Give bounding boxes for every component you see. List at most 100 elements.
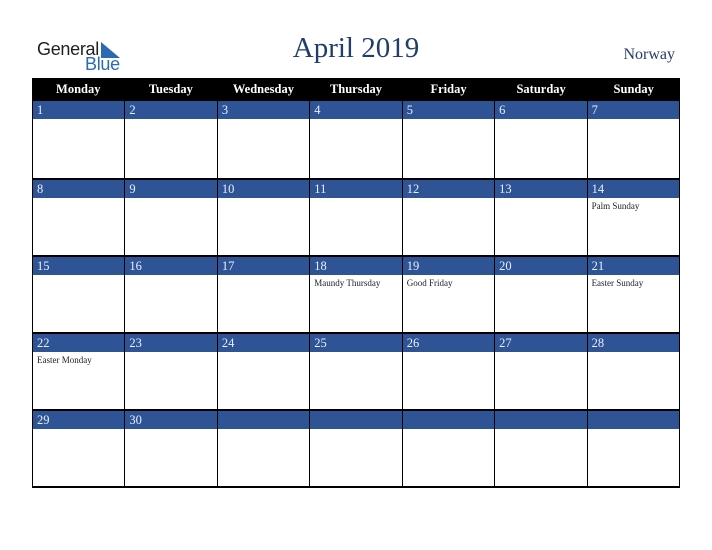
day-cell[interactable]: 19 Good Friday <box>402 255 496 332</box>
day-number <box>495 409 587 429</box>
holiday-label <box>403 119 494 122</box>
day-cell[interactable]: 9 <box>125 178 218 255</box>
holiday-label <box>403 352 494 355</box>
day-cell[interactable]: 30 <box>125 409 218 486</box>
holiday-label <box>33 198 124 201</box>
week-row: 15 16 17 18 Maundy Thursday 19 Good Friday 20 21… <box>32 255 680 332</box>
country-label: Norway <box>623 46 675 63</box>
day-number: 16 <box>125 255 217 275</box>
weekday-header: Monday Tuesday Wednesday Thursday Friday… <box>32 78 680 101</box>
day-cell[interactable]: 3 <box>217 101 311 178</box>
holiday-label <box>125 119 216 122</box>
day-cell[interactable]: 27 <box>495 332 588 409</box>
holiday-label <box>495 198 586 201</box>
holiday-label <box>495 275 586 278</box>
day-cell[interactable]: 25 <box>310 332 403 409</box>
day-cell[interactable]: 29 <box>33 409 126 486</box>
holiday-label <box>125 352 216 355</box>
day-number: 25 <box>310 332 402 352</box>
day-cell[interactable]: 16 <box>125 255 218 332</box>
day-cell[interactable]: 21 Easter Sunday <box>587 255 680 332</box>
day-cell[interactable]: 1 <box>33 101 126 178</box>
day-cell[interactable]: 5 <box>402 101 496 178</box>
day-cell[interactable]: 22 Easter Monday <box>33 332 126 409</box>
day-number: 21 <box>587 255 679 275</box>
page-title: April 2019 <box>292 32 420 64</box>
day-number: 22 <box>33 332 125 352</box>
weekday-thursday: Thursday <box>329 82 383 96</box>
day-cell[interactable] <box>310 409 403 486</box>
holiday-label <box>310 429 401 432</box>
day-number: 23 <box>125 332 217 352</box>
holiday-label <box>218 275 309 278</box>
holiday-label <box>310 352 401 355</box>
weekday-monday: Monday <box>56 82 101 96</box>
weekday-tuesday: Tuesday <box>148 82 193 96</box>
day-number: 19 <box>402 255 495 275</box>
day-number: 10 <box>217 178 310 198</box>
week-row: 1234567 <box>32 101 680 178</box>
day-cell[interactable]: 24 <box>217 332 311 409</box>
day-cell[interactable] <box>217 409 311 486</box>
day-cell[interactable] <box>402 409 496 486</box>
holiday-label <box>33 275 124 278</box>
day-cell[interactable]: 10 <box>217 178 311 255</box>
weeks-container: 1 2 3 4 5 6 7 8 9 10 11 12 13 14 Palm Sunday 15 16 17 18 Ma… <box>32 101 680 488</box>
day-cell[interactable] <box>587 409 680 486</box>
day-number: 28 <box>587 332 679 352</box>
holiday-label: Good Friday <box>406 278 453 288</box>
holiday-label <box>218 352 309 355</box>
holiday-label <box>588 119 679 122</box>
day-cell[interactable]: 28 <box>587 332 680 409</box>
day-cell[interactable]: 20 <box>495 255 588 332</box>
day-cell[interactable]: 4 <box>310 101 403 178</box>
day-cell[interactable]: 7 <box>587 101 680 178</box>
day-cell[interactable] <box>495 409 588 486</box>
holiday-label <box>218 198 309 201</box>
day-cell[interactable]: 12 <box>402 178 496 255</box>
calendar-grid: Monday Tuesday Wednesday Thursday Friday… <box>32 78 680 488</box>
day-cell[interactable]: 6 <box>495 101 588 178</box>
holiday-label <box>495 352 586 355</box>
day-number: 26 <box>402 332 495 352</box>
day-number: 2 <box>125 101 217 119</box>
weekday-saturday: Saturday <box>516 82 566 96</box>
holiday-label <box>125 275 216 278</box>
day-number: 20 <box>495 255 587 275</box>
day-cell[interactable]: 23 <box>125 332 218 409</box>
holiday-label: Easter Sunday <box>591 278 644 288</box>
day-number: 6 <box>495 101 587 119</box>
day-number <box>217 409 310 429</box>
day-number: 24 <box>217 332 310 352</box>
day-number: 30 <box>125 409 217 429</box>
day-number: 1 <box>33 101 125 119</box>
day-cell[interactable]: 2 <box>125 101 218 178</box>
day-number: 17 <box>217 255 310 275</box>
holiday-label <box>495 119 586 122</box>
day-number: 29 <box>33 409 125 429</box>
day-number: 15 <box>33 255 125 275</box>
day-number: 4 <box>310 101 402 119</box>
day-cell[interactable]: 18 Maundy Thursday <box>310 255 403 332</box>
holiday-label <box>588 352 679 355</box>
holiday-label <box>125 429 216 432</box>
day-cell[interactable]: 13 <box>495 178 588 255</box>
day-number <box>310 409 402 429</box>
holiday-label: Palm Sunday <box>591 201 640 211</box>
day-cell[interactable]: 26 <box>402 332 496 409</box>
day-cell[interactable]: 15 <box>33 255 126 332</box>
day-cell[interactable]: 11 <box>310 178 403 255</box>
day-cell[interactable]: 8 <box>33 178 126 255</box>
day-number: 7 <box>587 101 679 119</box>
day-cell[interactable]: 14 Palm Sunday <box>587 178 680 255</box>
day-number: 13 <box>495 178 587 198</box>
day-number: 27 <box>495 332 587 352</box>
holiday-label <box>33 429 124 432</box>
holiday-label <box>310 119 401 122</box>
weekday-sunday: Sunday <box>613 82 654 96</box>
day-number: 12 <box>402 178 495 198</box>
holiday-label <box>218 429 309 432</box>
week-row: 8 9 10 11 12 13 14 Palm Sunday <box>32 178 680 255</box>
holiday-label: Easter Monday <box>37 355 92 365</box>
day-cell[interactable]: 17 <box>217 255 311 332</box>
